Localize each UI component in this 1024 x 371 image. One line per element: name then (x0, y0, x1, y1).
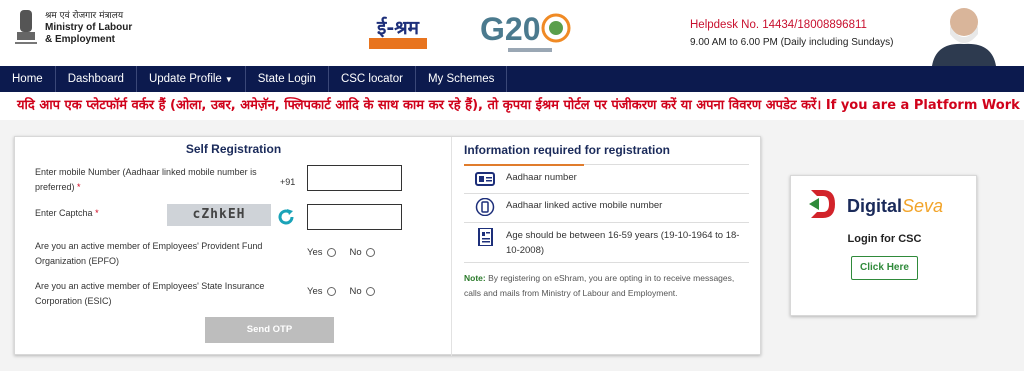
document-icon (478, 228, 493, 246)
csc-login-label: Login for CSC (847, 233, 922, 245)
info-title: Information required for registration (464, 143, 671, 157)
helpdesk-number: Helpdesk No. 14434/18008896811 (690, 19, 867, 31)
epfo-radio-group: Yes No (307, 247, 375, 258)
send-otp-button[interactable]: Send OTP (205, 317, 334, 343)
esic-no-radio[interactable] (365, 287, 375, 296)
logo-digital: Digital (847, 196, 903, 216)
info-item-text: Aadhaar linked active mobile number (506, 200, 663, 211)
national-emblem-icon (15, 10, 37, 44)
registration-note: Note: By registering on eShram, you are … (464, 271, 749, 301)
esic-question: Are you an active member of Employees' S… (35, 281, 265, 306)
mobile-label: Enter mobile Number (Aadhaar linked mobi… (35, 165, 265, 195)
helpdesk-hours: 9.00 AM to 6.00 PM (Daily including Sund… (690, 37, 894, 48)
nav-dashboard[interactable]: Dashboard (56, 66, 137, 92)
logo-seva: Seva (902, 196, 944, 216)
info-item: Age should be between 16-59 years (19-10… (464, 223, 749, 263)
site-header: श्रम एवं रोजगार मंत्रालय Ministry of Lab… (0, 0, 1024, 66)
refresh-captcha-icon[interactable] (276, 207, 296, 227)
epfo-yes-radio[interactable] (326, 248, 336, 257)
captcha-label: Enter Captcha * (35, 206, 99, 221)
nav-home[interactable]: Home (0, 66, 56, 92)
accent-divider (464, 164, 584, 166)
ministry-name: श्रम एवं रोजगार मंत्रालय Ministry of Lab… (45, 10, 132, 46)
self-registration-title: Self Registration (185, 142, 282, 156)
nav-update-profile[interactable]: Update Profile ▼ (137, 66, 246, 92)
self-registration-panel: Self Registration Enter mobile Number (A… (15, 137, 452, 356)
mobile-label-text: Enter mobile Number (Aadhaar linked mobi… (35, 167, 257, 192)
ministry-line-1: Ministry of Labour (45, 22, 133, 33)
esic-radio-group: Yes No (307, 286, 375, 297)
g20-logo: G20 (480, 11, 571, 52)
mobile-phone-icon (475, 198, 495, 216)
esic-yes-label: Yes (307, 286, 323, 297)
country-code: +91 (280, 177, 296, 187)
id-card-icon (475, 172, 495, 186)
nav-update-profile-label: Update Profile (148, 73, 222, 85)
registration-card: Self Registration Enter mobile Number (A… (14, 136, 762, 356)
csc-login-card: DigitalSeva Login for CSC Click Here (790, 175, 977, 316)
info-item-text: Aadhaar number (506, 172, 577, 183)
required-marker: * (95, 208, 99, 218)
eshram-logo-text: ई-श्रम (376, 16, 420, 39)
digital-seva-logo-icon (809, 190, 835, 218)
required-marker: * (77, 182, 81, 192)
csc-click-here-button[interactable]: Click Here (851, 256, 918, 280)
info-item: Aadhaar linked active mobile number (464, 194, 749, 223)
nav-csc-locator[interactable]: CSC locator (329, 66, 416, 92)
ministry-hindi: श्रम एवं रोजगार मंत्रालय (45, 11, 124, 21)
g20-logo-text: G20 (480, 11, 540, 47)
nav-my-schemes[interactable]: My Schemes (416, 66, 508, 92)
ministry-line-2: & Employment (45, 34, 116, 45)
epfo-question: Are you an active member of Employees' P… (35, 241, 263, 266)
nav-state-login[interactable]: State Login (246, 66, 329, 92)
pm-portrait (932, 8, 996, 66)
note-text: By registering on eShram, you are opting… (464, 273, 735, 298)
esic-no-label: No (349, 286, 362, 297)
captcha-image: cZhkEH (167, 204, 271, 226)
captcha-input[interactable] (307, 204, 402, 230)
captcha-label-text: Enter Captcha (35, 208, 93, 218)
info-item-text: Age should be between 16-59 years (19-10… (506, 230, 740, 256)
epfo-no-label: No (349, 247, 362, 258)
caret-down-icon: ▼ (224, 75, 233, 84)
epfo-yes-label: Yes (307, 247, 323, 258)
note-label: Note: (464, 273, 486, 283)
info-item: Aadhaar number (464, 170, 749, 194)
esic-yes-radio[interactable] (326, 287, 336, 296)
info-panel: Information required for registration Aa… (453, 137, 762, 356)
epfo-no-radio[interactable] (365, 248, 375, 257)
announcement-ticker[interactable]: यदि आप एक प्लेटफॉर्म वर्कर हैं (ओला, उबर… (0, 92, 1024, 120)
eshram-logo[interactable]: ई-श्रम (367, 10, 429, 54)
mobile-number-input[interactable] (307, 165, 402, 191)
main-navbar: Home Dashboard Update Profile ▼ State Log… (0, 66, 1024, 92)
digital-seva-logo-text: DigitalSeva (847, 196, 943, 217)
